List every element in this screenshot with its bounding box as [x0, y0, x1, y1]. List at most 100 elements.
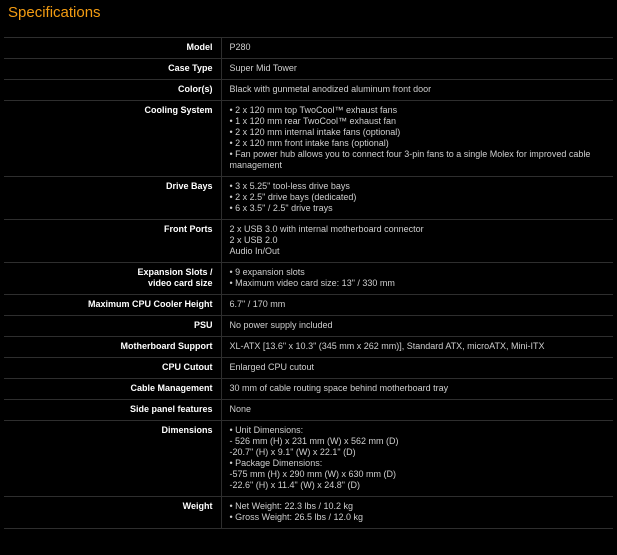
- spec-value-line: • Gross Weight: 26.5 lbs / 12.0 kg: [229, 512, 364, 522]
- spec-value-line: • 9 expansion slots: [229, 267, 305, 277]
- specifications-table-body: Model P280 Case Type Super Mid Tower Color(s…: [4, 37, 614, 529]
- spec-value-cell: • 3 x 5.25" tool-less drive bays • 2 x 2.…: [221, 176, 614, 220]
- spec-label: Cooling System: [144, 105, 213, 115]
- spec-value-line: 6.7" / 170 mm: [229, 299, 286, 309]
- spec-value: • 2 x 120 mm top TwoCool™ exhaust fans • …: [230, 101, 614, 176]
- spec-row: Side panel features None: [4, 399, 614, 421]
- spec-value-cell: Enlarged CPU cutout: [221, 357, 614, 379]
- spec-value-cell: No power supply included: [221, 315, 614, 337]
- spec-row: Maximum CPU Cooler Height 6.7" / 170 mm: [4, 294, 614, 316]
- spec-value-line: Audio In/Out: [229, 246, 280, 256]
- spec-value-line: -575 mm (H) x 290 mm (W) x 630 mm (D): [229, 469, 397, 479]
- spec-value-line: • 3 x 5.25" tool-less drive bays: [229, 181, 350, 191]
- spec-value-line: • Maximum video card size: 13" / 330 mm: [229, 278, 395, 288]
- spec-value-line: -22.6" (H) x 11.4" (W) x 24.8" (D): [229, 480, 360, 490]
- spec-row: Color(s) Black with gunmetal anodized alu…: [4, 79, 614, 101]
- spec-label-cell: Dimensions: [4, 420, 222, 497]
- spec-value-line: None: [229, 404, 252, 414]
- spec-value-line: • Unit Dimensions:: [229, 425, 304, 435]
- spec-value: Black with gunmetal anodized aluminum fr…: [230, 80, 614, 100]
- spec-value-line: -20.7" (H) x 9.1" (W) x 22.1" (D): [229, 447, 356, 457]
- spec-row: Drive Bays • 3 x 5.25" tool-less drive ba…: [4, 176, 614, 220]
- spec-value: None: [230, 400, 614, 420]
- spec-label-cell: Case Type: [4, 58, 222, 80]
- spec-label-cell: Color(s): [4, 79, 222, 101]
- spec-row: Motherboard Support XL-ATX [13.6" x 10.3"…: [4, 336, 614, 358]
- spec-value-cell: 6.7" / 170 mm: [221, 294, 614, 316]
- spec-label: Dimensions: [161, 425, 213, 435]
- spec-row: Front Ports 2 x USB 3.0 with internal mot…: [4, 219, 614, 263]
- spec-value-cell: • 2 x 120 mm top TwoCool™ exhaust fans • …: [221, 100, 614, 177]
- spec-label: Motherboard Support: [120, 341, 213, 351]
- spec-value-line: • 2 x 120 mm top TwoCool™ exhaust fans: [229, 105, 398, 115]
- spec-label: CPU Cutout: [162, 362, 213, 372]
- spec-value: 6.7" / 170 mm: [230, 295, 614, 315]
- spec-value-line: Super Mid Tower: [229, 63, 297, 73]
- spec-value-line: • Net Weight: 22.3 lbs / 10.2 kg: [229, 501, 354, 511]
- spec-value-line: XL-ATX [13.6" x 10.3" (345 mm x 262 mm)]…: [229, 341, 545, 351]
- spec-label-cell: Expansion Slots / video card size: [4, 262, 222, 295]
- spec-value-cell: XL-ATX [13.6" x 10.3" (345 mm x 262 mm)]…: [221, 336, 614, 358]
- page-title: Specifications: [8, 4, 101, 21]
- spec-value-line: - 526 mm (H) x 231 mm (W) x 562 mm (D): [229, 436, 399, 446]
- spec-row: Model P280: [4, 37, 614, 59]
- spec-value-line: • 1 x 120 mm rear TwoCool™ exhaust fan: [229, 116, 397, 126]
- spec-value-line: • 2 x 2.5" drive bays (dedicated): [229, 192, 357, 202]
- spec-value: • Unit Dimensions: - 526 mm (H) x 231 mm …: [230, 421, 614, 496]
- spec-value-cell: P280: [221, 37, 614, 59]
- spec-label: Side panel features: [129, 404, 213, 414]
- spec-row: Cable Management 30 mm of cable routing s…: [4, 378, 614, 400]
- spec-value-line: Black with gunmetal anodized aluminum fr…: [229, 84, 432, 94]
- spec-value-line: • Fan power hub allows you to connect fo…: [229, 149, 591, 170]
- spec-value-cell: Super Mid Tower: [221, 58, 614, 80]
- spec-label-cell: Cable Management: [4, 378, 222, 400]
- spec-label-cell: Weight: [4, 496, 222, 529]
- spec-value-cell: None: [221, 399, 614, 421]
- spec-value-line: 2 x USB 3.0 with internal motherboard co…: [229, 224, 424, 234]
- spec-value-line: • 2 x 120 mm internal intake fans (optio…: [229, 127, 401, 137]
- spec-value-line: No power supply included: [229, 320, 333, 330]
- spec-value-line: • 6 x 3.5" / 2.5" drive trays: [229, 203, 333, 213]
- spec-label-cell: Maximum CPU Cooler Height: [4, 294, 222, 316]
- spec-label: Maximum CPU Cooler Height: [87, 299, 213, 309]
- spec-value: Enlarged CPU cutout: [230, 358, 614, 378]
- spec-label: Case Type: [168, 63, 213, 73]
- spec-value: No power supply included: [230, 316, 614, 336]
- spec-value-line: P280: [229, 42, 251, 52]
- spec-label: Cable Management: [130, 383, 213, 393]
- spec-value-cell: 2 x USB 3.0 with internal motherboard co…: [221, 219, 614, 263]
- spec-row: Cooling System • 2 x 120 mm top TwoCool™ …: [4, 100, 614, 177]
- spec-value-cell: 30 mm of cable routing space behind moth…: [221, 378, 614, 400]
- spec-value-line: • 2 x 120 mm front intake fans (optional…: [229, 138, 389, 148]
- spec-label: Color(s): [178, 84, 213, 94]
- spec-value-line: • Package Dimensions:: [229, 458, 323, 468]
- spec-value-cell: Black with gunmetal anodized aluminum fr…: [221, 79, 614, 101]
- spec-value: Super Mid Tower: [230, 59, 614, 79]
- spec-row: CPU Cutout Enlarged CPU cutout: [4, 357, 614, 379]
- spec-label-cell: Front Ports: [4, 219, 222, 263]
- spec-value-cell: • 9 expansion slots • Maximum video card …: [221, 262, 614, 295]
- spec-label-cell: Drive Bays: [4, 176, 222, 220]
- spec-value: XL-ATX [13.6" x 10.3" (345 mm x 262 mm)]…: [230, 337, 614, 357]
- spec-label: Weight: [182, 501, 213, 511]
- spec-label: PSU: [193, 320, 213, 330]
- spec-label: Model: [186, 42, 213, 52]
- spec-value-line: Enlarged CPU cutout: [229, 362, 315, 372]
- spec-value: • Net Weight: 22.3 lbs / 10.2 kg • Gross …: [230, 497, 614, 528]
- spec-row: Case Type Super Mid Tower: [4, 58, 614, 80]
- spec-row: Expansion Slots / video card size • 9 exp…: [4, 262, 614, 295]
- spec-value: • 9 expansion slots • Maximum video card …: [230, 263, 614, 294]
- spec-value-cell: • Unit Dimensions: - 526 mm (H) x 231 mm …: [221, 420, 614, 497]
- spec-value: • 3 x 5.25" tool-less drive bays • 2 x 2.…: [230, 177, 614, 219]
- spec-label-cell: Motherboard Support: [4, 336, 222, 358]
- spec-value: P280: [230, 38, 614, 58]
- spec-value: 30 mm of cable routing space behind moth…: [230, 379, 614, 399]
- spec-value-line: 30 mm of cable routing space behind moth…: [229, 383, 449, 393]
- spec-row: Dimensions • Unit Dimensions: - 526 mm (H)…: [4, 420, 614, 497]
- specifications-table: Model P280 Case Type Super Mid Tower Color(s…: [4, 37, 613, 529]
- spec-value-line: 2 x USB 2.0: [229, 235, 278, 245]
- spec-label-cell: CPU Cutout: [4, 357, 222, 379]
- spec-value: 2 x USB 3.0 with internal motherboard co…: [230, 220, 614, 262]
- spec-label-cell: Side panel features: [4, 399, 222, 421]
- spec-row: PSU No power supply included: [4, 315, 614, 337]
